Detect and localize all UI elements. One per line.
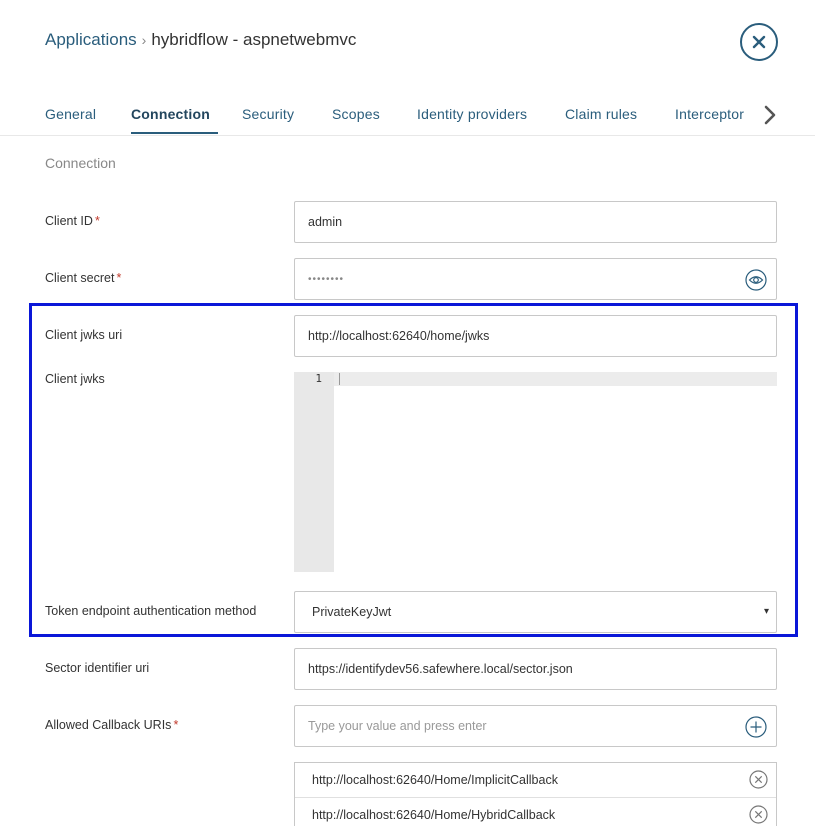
allowed-callback-uris-label-text: Allowed Callback URIs xyxy=(45,718,172,732)
sector-identifier-uri-label: Sector identifier uri xyxy=(45,661,150,675)
allowed-callback-uris-label: Allowed Callback URIs * xyxy=(45,718,178,732)
page-title: hybridflow - aspnetwebmvc xyxy=(151,30,357,49)
tab-identity-providers[interactable]: Identity providers xyxy=(417,106,527,122)
client-jwks-uri-label: Client jwks uri xyxy=(45,328,123,342)
tab-interceptor[interactable]: Interceptor xyxy=(675,106,744,122)
client-jwks-editor[interactable]: 1 xyxy=(294,372,777,572)
client-jwks-uri-value: http://localhost:62640/home/jwks xyxy=(308,329,490,343)
client-secret-label: Client secret * xyxy=(45,271,121,285)
list-item: http://localhost:62640/Home/HybridCallba… xyxy=(295,797,776,826)
breadcrumb-applications-link[interactable]: Applications xyxy=(45,30,137,50)
client-secret-value: •••••••• xyxy=(308,273,345,285)
tab-claim-rules[interactable]: Claim rules xyxy=(565,106,637,122)
plus-circle-icon xyxy=(745,716,767,738)
close-circle-icon xyxy=(749,770,768,789)
tab-security[interactable]: Security xyxy=(242,106,294,122)
client-jwks-uri-field[interactable]: http://localhost:62640/home/jwks xyxy=(294,315,777,357)
token-endpoint-auth-label: Token endpoint authentication method xyxy=(45,604,257,618)
callback-uri-value: http://localhost:62640/Home/HybridCallba… xyxy=(312,807,556,822)
editor-active-line xyxy=(334,372,777,386)
eye-icon xyxy=(745,269,767,291)
client-id-value: admin xyxy=(308,215,343,229)
callback-uri-list: http://localhost:62640/Home/ImplicitCall… xyxy=(294,762,777,826)
editor-line-number: 1 xyxy=(315,372,322,385)
tabs-next-button[interactable] xyxy=(762,104,778,126)
client-secret-field[interactable]: •••••••• xyxy=(294,258,777,300)
chevron-down-icon: ▾ xyxy=(763,606,769,617)
breadcrumb: Applications › hybridflow - aspnetwebmvc xyxy=(45,30,356,50)
sector-identifier-uri-value: https://identifydev56.safewhere.local/se… xyxy=(308,662,573,676)
tab-connection[interactable]: Connection xyxy=(131,106,210,122)
remove-callback-uri-button[interactable] xyxy=(749,770,768,789)
client-secret-label-text: Client secret xyxy=(45,271,115,285)
list-item: http://localhost:62640/Home/ImplicitCall… xyxy=(295,763,776,797)
client-id-label-text: Client ID xyxy=(45,214,93,228)
close-circle-icon xyxy=(749,805,768,824)
close-icon xyxy=(752,35,766,49)
tab-general[interactable]: General xyxy=(45,106,96,122)
remove-callback-uri-button[interactable] xyxy=(749,805,768,824)
add-callback-uri-button[interactable] xyxy=(745,716,767,738)
allowed-callback-uris-input[interactable]: Type your value and press enter xyxy=(294,705,777,747)
callback-uri-value: http://localhost:62640/Home/ImplicitCall… xyxy=(312,773,558,787)
token-endpoint-auth-value: PrivateKeyJwt xyxy=(312,605,392,619)
active-tab-indicator xyxy=(131,132,218,134)
tab-bar: General Connection Security Scopes Ident… xyxy=(0,92,815,136)
editor-gutter xyxy=(294,372,334,572)
close-button[interactable] xyxy=(740,23,778,61)
client-jwks-label: Client jwks xyxy=(45,372,105,386)
required-marker: * xyxy=(173,718,179,732)
toggle-secret-visibility-button[interactable] xyxy=(745,269,767,291)
sector-identifier-uri-field[interactable]: https://identifydev56.safewhere.local/se… xyxy=(294,648,777,690)
section-title: Connection xyxy=(45,155,116,171)
breadcrumb-separator: › xyxy=(141,32,147,48)
chevron-right-icon xyxy=(764,105,776,125)
client-id-field[interactable]: admin xyxy=(294,201,777,243)
editor-cursor xyxy=(339,373,340,385)
tab-scopes[interactable]: Scopes xyxy=(332,106,380,122)
token-endpoint-auth-select[interactable]: PrivateKeyJwt ▾ xyxy=(294,591,777,633)
allowed-callback-uris-placeholder: Type your value and press enter xyxy=(308,719,487,733)
required-marker: * xyxy=(94,214,100,228)
client-id-label: Client ID * xyxy=(45,214,100,228)
required-marker: * xyxy=(116,271,122,285)
